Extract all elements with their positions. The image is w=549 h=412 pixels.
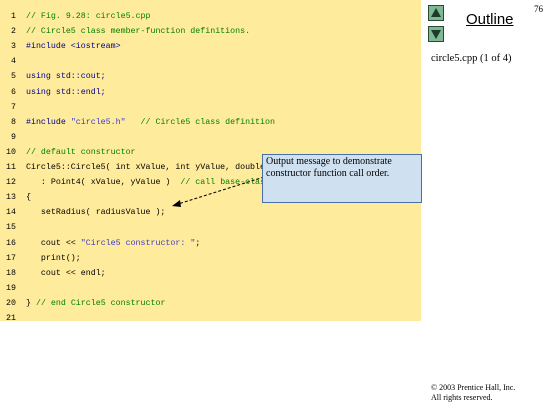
line-number: 20 [6,298,16,308]
line-number: 17 [6,253,16,263]
page-number: 76 [534,4,543,14]
code-token: setRadius( radiusValue ); [26,208,166,218]
code-token: { [26,193,31,203]
code-token: cout << endl; [26,268,106,278]
line-number: 1 [11,12,16,21]
line-number: 10 [6,147,16,157]
line-number: 3 [11,42,16,52]
code-token: // default constructor [26,147,136,157]
line-number: 2 [11,27,16,37]
code-token: : Point4( xValue, yValue ) [26,178,181,188]
line-number: 19 [6,283,16,293]
code-token: "circle5.h" [70,117,126,127]
line-number: 12 [6,178,16,188]
line-number: 8 [11,117,16,127]
code-text: using std::endl; [26,85,106,100]
line-number: 5 [11,72,16,82]
code-token: "Circle5 constructor: " [80,238,196,248]
line-number: 6 [11,87,16,97]
line-number: 21 [6,314,16,323]
line-number: 14 [6,208,16,218]
copyright: © 2003 Prentice Hall, Inc. All rights re… [431,383,515,403]
next-slide-button[interactable] [428,26,444,42]
code-text: using std::cout; [26,69,106,84]
code-text: { [26,190,31,205]
code-text: // Circle5 class member-function definit… [26,24,250,39]
outline-title[interactable]: Outline [466,11,514,28]
line-number: 9 [11,132,16,142]
code-text: cout << "Circle5 constructor: "; [26,236,200,251]
code-text: print(); [26,251,81,266]
code-token: #include <iostream> [26,42,121,52]
code-text: // Fig. 9.28: circle5.cpp [26,9,150,24]
code-token: using std::endl; [26,87,106,97]
file-label: circle5.cpp (1 of 4) [431,53,512,64]
up-arrow-icon [431,8,441,17]
code-text: // default constructor [26,145,136,160]
code-token: cout << [26,238,81,248]
code-token: // Circle5 class definition [125,117,275,127]
code-token: // Fig. 9.28: circle5.cpp [26,12,151,21]
code-token: using std::cout; [26,72,106,82]
line-number: 18 [6,268,16,278]
line-number: 15 [6,223,16,233]
code-token: #include [26,117,71,127]
previous-slide-button[interactable] [428,5,444,21]
down-arrow-icon [431,30,441,39]
code-token: ; [195,238,201,248]
line-number: 4 [11,57,16,67]
code-token: // Circle5 class member-function definit… [26,27,251,37]
copyright-line-2: All rights reserved. [431,393,493,402]
callout-note: Output message to demonstrate constructo… [262,154,422,203]
line-number: 7 [11,102,16,112]
code-token: // end Circle5 constructor [35,298,166,308]
line-number: 11 [6,163,16,172]
code-token: } [26,298,36,308]
code-token: print(); [26,253,81,263]
code-text: } // end Circle5 constructor [26,296,165,311]
code-text: #include "circle5.h" // Circle5 class de… [26,115,275,130]
copyright-line-1: © 2003 Prentice Hall, Inc. [431,383,516,392]
line-number: 16 [6,238,16,248]
code-text: #include <iostream> [26,39,121,54]
line-number: 13 [6,193,16,203]
code-text: setRadius( radiusValue ); [26,205,166,220]
code-text: cout << endl; [26,266,106,281]
